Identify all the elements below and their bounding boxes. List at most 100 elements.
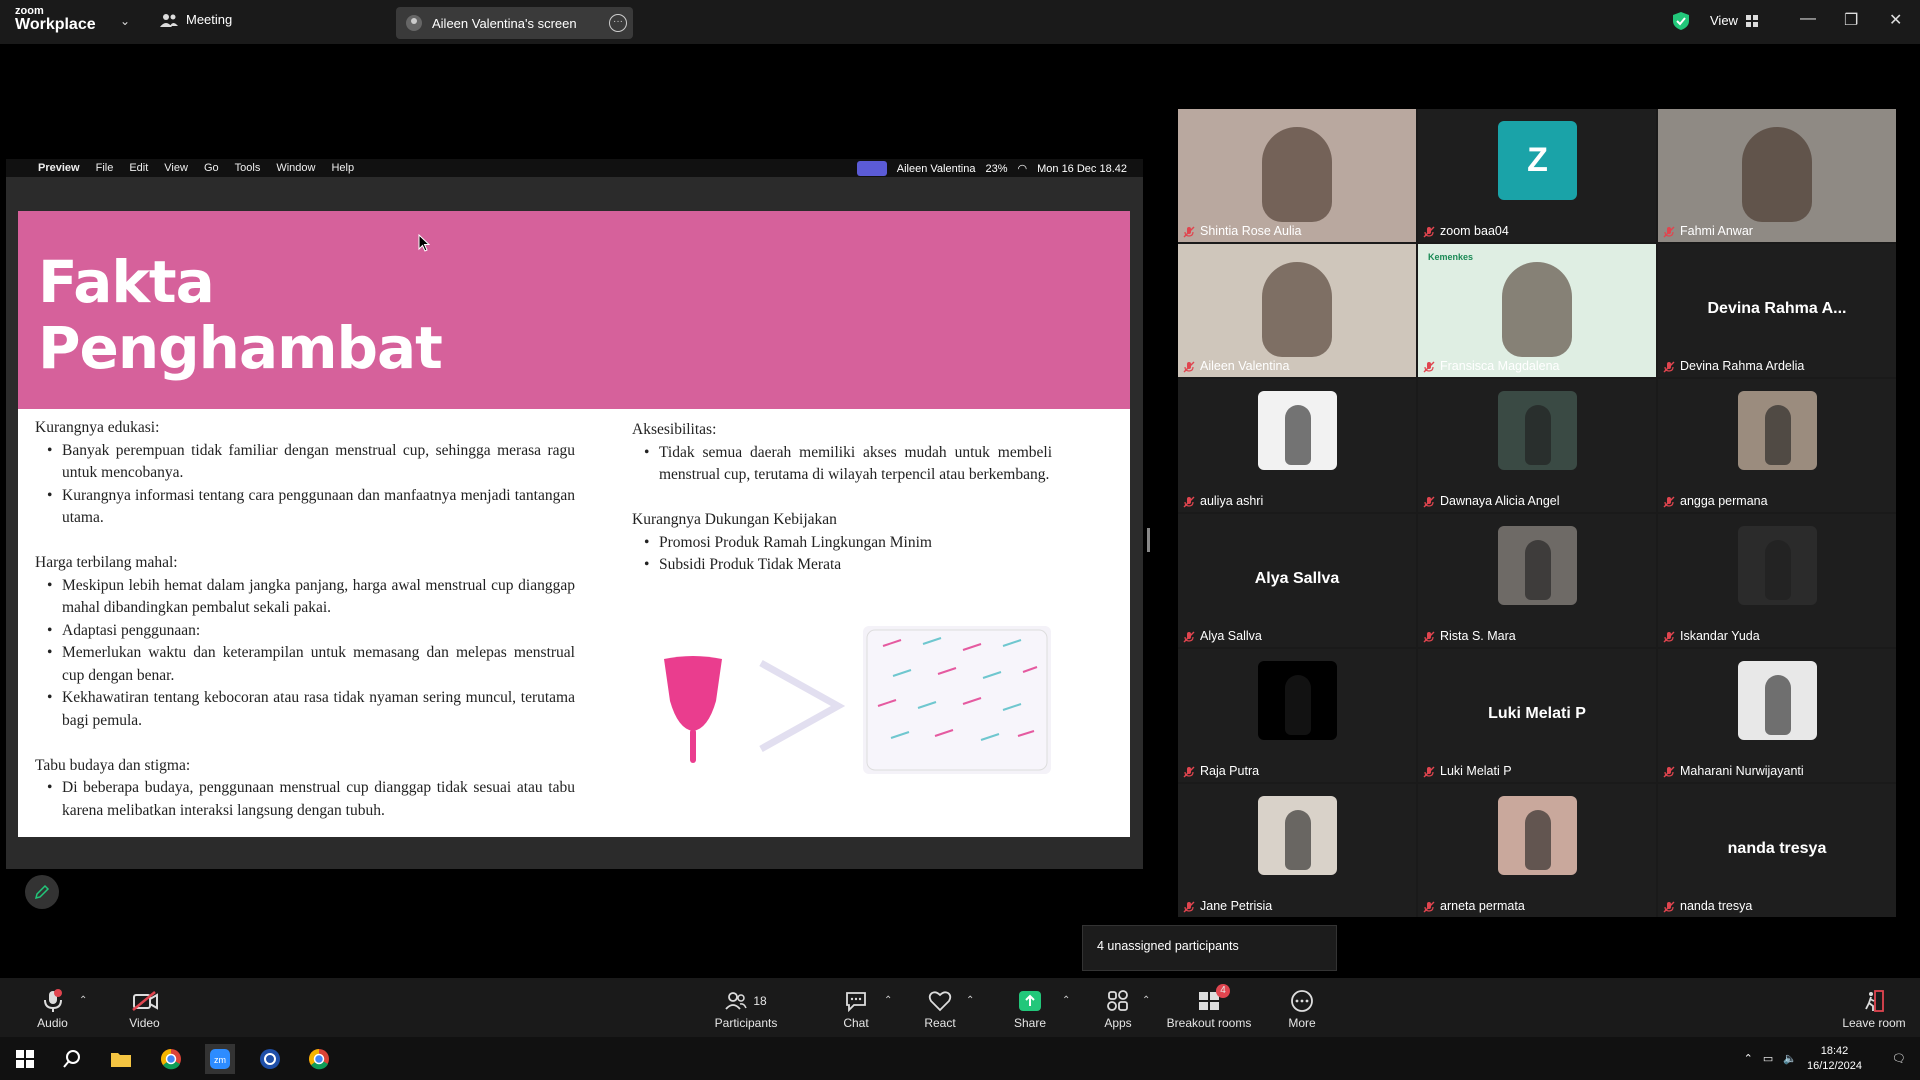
- unassigned-participants-popup[interactable]: 4 unassigned participants: [1082, 925, 1337, 971]
- logo-big-text: Workplace: [15, 16, 96, 33]
- participant-video: [1178, 109, 1416, 242]
- mac-menu-window: Window: [276, 162, 316, 174]
- mic-muted-icon: [1663, 900, 1675, 913]
- recorder-app-icon[interactable]: [255, 1044, 285, 1074]
- participant-tile[interactable]: Shintia Rose Aulia: [1178, 109, 1416, 242]
- grid-view-icon: [1745, 14, 1758, 27]
- audio-button[interactable]: Audio: [30, 988, 75, 1030]
- video-label: Video: [129, 1016, 160, 1030]
- audio-options-caret-icon[interactable]: ⌃: [79, 995, 87, 1006]
- avatar-silhouette: [1525, 540, 1551, 600]
- react-button[interactable]: React: [920, 988, 960, 1030]
- participant-display-name: Luki Melati P: [1488, 705, 1586, 722]
- more-options-icon[interactable]: ···: [609, 14, 627, 32]
- mic-muted-icon: [1183, 360, 1195, 373]
- mic-muted-icon: [1423, 360, 1435, 373]
- chevron-down-icon[interactable]: ⌄: [120, 14, 130, 28]
- participant-tile[interactable]: Iskandar Yuda: [1658, 514, 1896, 647]
- participant-tile[interactable]: arneta permata: [1418, 784, 1656, 917]
- tray-chevron-icon[interactable]: ⌃: [1744, 1052, 1753, 1065]
- share-button[interactable]: Share: [1010, 988, 1050, 1030]
- breakout-rooms-button[interactable]: 4 Breakout rooms: [1166, 984, 1252, 1030]
- mic-muted-icon: [1663, 765, 1675, 778]
- participant-tile[interactable]: Devina Rahma A... Devina Rahma Ardelia: [1658, 244, 1896, 377]
- mic-muted-icon: [1423, 225, 1435, 238]
- windows-start-icon[interactable]: [10, 1044, 40, 1074]
- avatar-silhouette: [1525, 810, 1551, 870]
- view-button[interactable]: View: [1710, 13, 1758, 28]
- shared-screen: Preview File Edit View Go Tools Window H…: [6, 159, 1143, 869]
- participant-name: Devina Rahma Ardelia: [1680, 359, 1805, 373]
- windows-taskbar: zm ⌃ ▭ 🔈 18:42 16/12/2024 🗨: [0, 1037, 1920, 1080]
- participant-tile[interactable]: Fahmi Anwar: [1658, 109, 1896, 242]
- avatar-silhouette: [1765, 540, 1791, 600]
- volume-icon[interactable]: 🔈: [1783, 1052, 1797, 1065]
- participant-avatar: [1498, 391, 1577, 470]
- close-icon[interactable]: ✕: [1889, 10, 1902, 30]
- participant-silhouette: [1262, 127, 1332, 222]
- leave-room-button[interactable]: Leave room: [1836, 988, 1912, 1030]
- apps-button[interactable]: Apps: [1098, 988, 1138, 1030]
- avatar-silhouette: [1765, 675, 1791, 735]
- participant-name: Shintia Rose Aulia: [1200, 224, 1302, 238]
- participant-tile[interactable]: Kemenkes Fransisca Magdalena: [1418, 244, 1656, 377]
- react-options-caret-icon[interactable]: ⌃: [966, 995, 974, 1006]
- taskbar-clock[interactable]: 18:42 16/12/2024: [1807, 1044, 1862, 1074]
- restore-icon[interactable]: ❐: [1844, 10, 1858, 30]
- file-explorer-icon[interactable]: [106, 1044, 136, 1074]
- participant-name: Maharani Nurwijayanti: [1680, 764, 1804, 778]
- breakout-label: Breakout rooms: [1166, 1016, 1252, 1030]
- chrome-icon[interactable]: [156, 1044, 186, 1074]
- participant-tile[interactable]: Rista S. Mara: [1418, 514, 1656, 647]
- chat-options-caret-icon[interactable]: ⌃: [884, 995, 892, 1006]
- participant-tile[interactable]: Alya Sallva Alya Sallva: [1178, 514, 1416, 647]
- participant-tile[interactable]: angga permana: [1658, 379, 1896, 512]
- participant-tile[interactable]: Maharani Nurwijayanti: [1658, 649, 1896, 782]
- meeting-menu-button[interactable]: Meeting: [160, 12, 232, 27]
- participant-tile[interactable]: nanda tresya nanda tresya: [1658, 784, 1896, 917]
- participant-tile[interactable]: Aileen Valentina: [1178, 244, 1416, 377]
- sanitary-pad-illustration: [863, 626, 1051, 774]
- zoom-app-icon[interactable]: zm: [205, 1044, 235, 1074]
- chat-button[interactable]: Chat: [836, 988, 876, 1030]
- participant-tile[interactable]: Dawnaya Alicia Angel: [1418, 379, 1656, 512]
- participants-button[interactable]: 18 Participants: [710, 988, 782, 1030]
- wifi-icon: ◠: [1017, 163, 1028, 175]
- participant-name: Rista S. Mara: [1440, 629, 1516, 643]
- network-icon[interactable]: ▭: [1763, 1052, 1773, 1065]
- mac-menu-go: Go: [203, 162, 219, 174]
- participant-tile[interactable]: Jane Petrisia: [1178, 784, 1416, 917]
- more-button[interactable]: More: [1282, 988, 1322, 1030]
- participant-name: Aileen Valentina: [1200, 359, 1290, 373]
- mic-muted-icon: [1183, 765, 1195, 778]
- participant-tile[interactable]: Luki Melati P Luki Melati P: [1418, 649, 1656, 782]
- participant-silhouette: [1742, 127, 1812, 222]
- bullet: Di beberapa budaya, penggunaan menstrual…: [47, 777, 575, 822]
- chrome-profile-icon[interactable]: [304, 1044, 334, 1074]
- apps-label: Apps: [1104, 1016, 1132, 1030]
- bullet: Banyak perempuan tidak familiar dengan m…: [47, 440, 575, 485]
- video-button[interactable]: Video: [122, 988, 167, 1030]
- notifications-icon[interactable]: 🗨: [1892, 1052, 1906, 1065]
- participant-tile[interactable]: Raja Putra: [1178, 649, 1416, 782]
- participant-tile[interactable]: auliya ashri: [1178, 379, 1416, 512]
- participant-name: Fransisca Magdalena: [1440, 359, 1560, 373]
- split-resize-handle[interactable]: [1147, 528, 1150, 552]
- security-shield-icon[interactable]: [1672, 11, 1690, 31]
- annotate-pen-button[interactable]: [25, 875, 59, 909]
- mac-menu-help: Help: [331, 162, 355, 174]
- mac-datetime: Mon 16 Dec 18.42: [1037, 162, 1127, 175]
- participant-tile[interactable]: Zzoom baa04: [1418, 109, 1656, 242]
- heart-react-icon: [928, 991, 952, 1012]
- apps-options-caret-icon[interactable]: ⌃: [1142, 995, 1150, 1006]
- screen-share-pill[interactable]: Aileen Valentina's screen ···: [396, 7, 633, 39]
- section-heading: Kurangnya Dukungan Kebijakan: [632, 511, 837, 528]
- participant-silhouette: [1262, 262, 1332, 357]
- search-icon[interactable]: [57, 1044, 87, 1074]
- section-heading: Harga terbilang mahal:: [35, 554, 178, 571]
- bullet: Kekhawatiran tentang kebocoran atau rasa…: [47, 687, 575, 732]
- zoom-workplace-logo[interactable]: zoom Workplace: [15, 6, 96, 33]
- mic-muted-icon: [1183, 225, 1195, 238]
- share-options-caret-icon[interactable]: ⌃: [1062, 995, 1070, 1006]
- minimize-icon[interactable]: —: [1800, 10, 1816, 28]
